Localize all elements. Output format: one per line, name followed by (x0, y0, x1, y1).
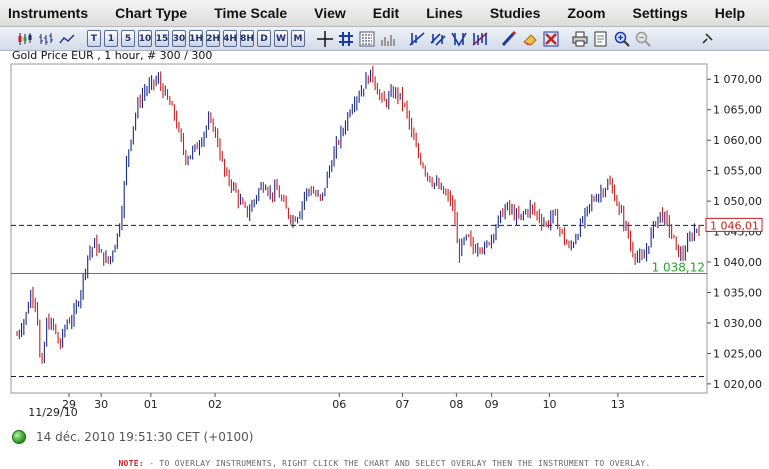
x-axis-date-label: 11/29/10 (28, 406, 77, 419)
zoom-out-icon[interactable] (634, 30, 652, 47)
grid-icon[interactable] (337, 30, 355, 47)
zoom-in-icon[interactable] (613, 30, 631, 47)
menu-help[interactable]: Help (715, 5, 745, 21)
menu-edit[interactable]: Edit (373, 5, 399, 21)
y-tick-label: 1 030,00 (713, 317, 762, 330)
volume-icon[interactable] (379, 30, 397, 47)
line-chart-icon[interactable] (58, 30, 76, 47)
timescale-button-1min[interactable]: 1 (104, 30, 118, 47)
menu-zoom[interactable]: Zoom (567, 5, 605, 21)
chart-plot-area[interactable] (10, 63, 708, 394)
snapshot-icon[interactable] (592, 30, 610, 47)
time-axis: 29 30 01 02 06 07 08 09 10 13 (62, 393, 625, 411)
timescale-button-5min[interactable]: 5 (121, 30, 135, 47)
data-window-icon[interactable] (358, 30, 376, 47)
timescale-button-week[interactable]: W (274, 30, 288, 47)
eraser-icon[interactable] (521, 30, 539, 47)
charting-app-window: Instruments Chart Type Time Scale View E… (0, 0, 769, 469)
y-tick-label: 1 020,00 (713, 378, 762, 391)
y-tick-label: 1 035,00 (713, 286, 762, 299)
fibonacci-icon[interactable] (450, 30, 468, 47)
price-chart[interactable]: 1 020,00 1 025,00 1 030,00 1 035,00 1 040,00… (0, 62, 769, 420)
menu-settings[interactable]: Settings (633, 5, 688, 21)
x-tick-label: 30 (94, 398, 108, 411)
menu-instruments[interactable]: Instruments (8, 5, 88, 21)
x-tick-label: 10 (543, 398, 557, 411)
y-tick-label: 1 055,00 (713, 165, 762, 178)
menu-view[interactable]: View (314, 5, 346, 21)
pencil-icon[interactable] (500, 30, 518, 47)
y-tick-label: 1 050,00 (713, 195, 762, 208)
chart-title: Gold Price EUR , 1 hour, # 300 / 300 (12, 49, 213, 62)
timescale-button-day[interactable]: D (257, 30, 271, 47)
x-tick-label: 13 (611, 398, 625, 411)
timescale-button-15min[interactable]: 15 (155, 30, 169, 47)
y-tick-label: 1 070,00 (713, 73, 762, 86)
timescale-button-8h[interactable]: 8H (240, 30, 254, 47)
menu-time-scale[interactable]: Time Scale (214, 5, 287, 21)
retracement-icon[interactable] (471, 30, 489, 47)
candlestick-chart-icon[interactable] (16, 30, 34, 47)
x-tick-label: 02 (208, 398, 222, 411)
delete-drawings-icon[interactable] (542, 30, 560, 47)
timescale-button-10min[interactable]: 10 (138, 30, 152, 47)
note-text: - TO OVERLAY INSTRUMENTS, RIGHT CLICK TH… (144, 459, 651, 468)
menu-bar: Instruments Chart Type Time Scale View E… (0, 0, 769, 27)
timescale-button-month[interactable]: M (291, 30, 305, 47)
timescale-button-tick[interactable]: T (87, 30, 101, 47)
connection-status-icon (12, 430, 26, 444)
bar-chart-icon[interactable] (37, 30, 55, 47)
x-tick-label: 08 (449, 398, 463, 411)
hline-label: 1 038,12 (652, 260, 705, 274)
trendline-icon[interactable] (408, 30, 426, 47)
pin-icon[interactable] (698, 30, 716, 47)
y-tick-label: 1 040,00 (713, 256, 762, 269)
menu-studies[interactable]: Studies (490, 5, 541, 21)
y-tick-label: 1 060,00 (713, 134, 762, 147)
timescale-button-4h[interactable]: 4H (223, 30, 237, 47)
footer-note: NOTE: - TO OVERLAY INSTRUMENTS, RIGHT CL… (0, 459, 769, 468)
y-tick-label: 1 025,00 (713, 347, 762, 360)
timescale-button-1h[interactable]: 1H (189, 30, 203, 47)
channel-icon[interactable] (429, 30, 447, 47)
note-label: NOTE: (118, 459, 145, 468)
x-tick-label: 06 (332, 398, 346, 411)
timescale-button-2h[interactable]: 2H (206, 30, 220, 47)
x-tick-label: 07 (396, 398, 410, 411)
menu-lines[interactable]: Lines (426, 5, 463, 21)
status-time: 14 déc. 2010 19:51:30 CET (+0100) (36, 430, 254, 444)
toolbar: T 1 5 10 15 30 1H 2H 4H 8H D W M (0, 27, 769, 51)
x-tick-label: 09 (485, 398, 499, 411)
print-icon[interactable] (571, 30, 589, 47)
y-tick-label: 1 065,00 (713, 104, 762, 117)
x-tick-label: 01 (144, 398, 158, 411)
status-bar: 14 déc. 2010 19:51:30 CET (+0100) (12, 430, 253, 444)
timescale-button-30min[interactable]: 30 (172, 30, 186, 47)
menu-chart-type[interactable]: Chart Type (115, 5, 187, 21)
crosshair-icon[interactable] (316, 30, 334, 47)
hline-label: 1 046,01 (710, 219, 759, 232)
